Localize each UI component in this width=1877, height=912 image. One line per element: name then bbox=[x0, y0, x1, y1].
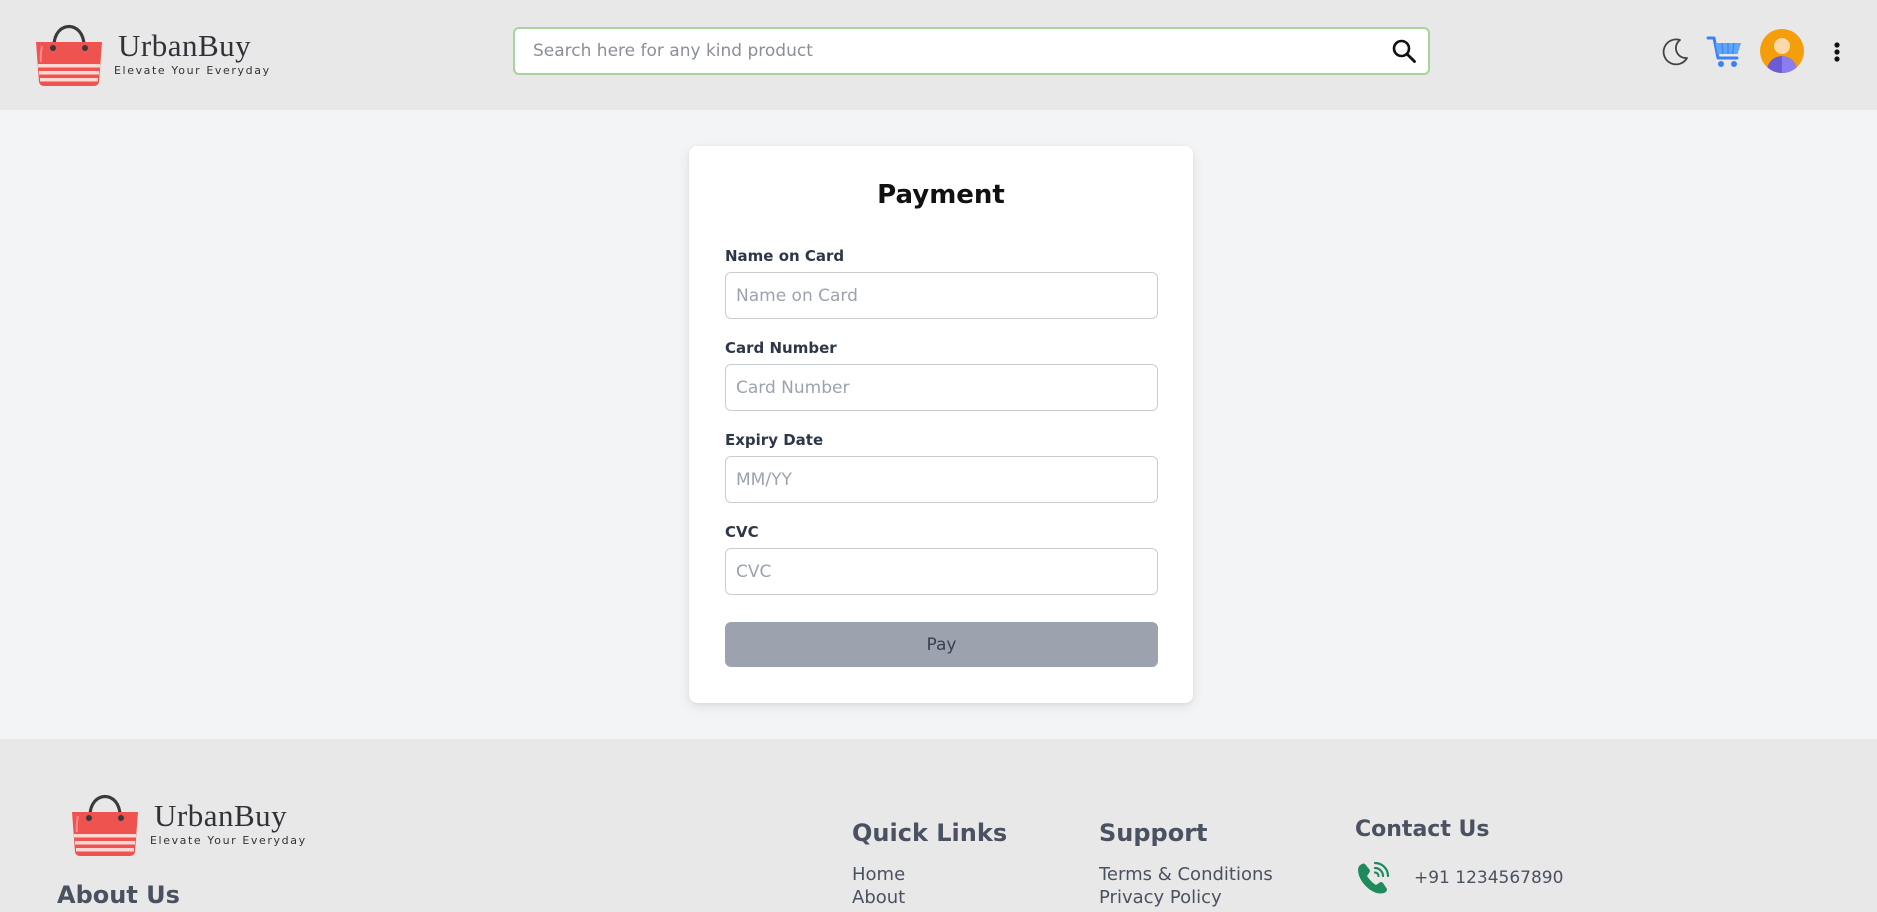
support-heading: Support bbox=[1099, 819, 1208, 847]
cart-button[interactable] bbox=[1705, 32, 1745, 72]
expiry-date-label: Expiry Date bbox=[725, 431, 824, 449]
moon-icon bbox=[1662, 38, 1688, 66]
search-icon bbox=[1392, 39, 1416, 63]
card-number-label: Card Number bbox=[725, 339, 837, 357]
expiry-date-input[interactable] bbox=[725, 456, 1158, 503]
quick-links-heading: Quick Links bbox=[852, 819, 1008, 847]
brand-logo[interactable]: UrbanBuy Elevate Your Everyday bbox=[32, 16, 271, 90]
shopping-bag-icon bbox=[32, 16, 106, 90]
footer-brand-name: UrbanBuy bbox=[154, 797, 288, 833]
cvc-label: CVC bbox=[725, 523, 759, 541]
footer-brand-logo[interactable]: UrbanBuy Elevate Your Everyday bbox=[68, 786, 307, 860]
name-on-card-input[interactable] bbox=[725, 272, 1158, 319]
card-number-input[interactable] bbox=[725, 364, 1158, 411]
name-on-card-label: Name on Card bbox=[725, 247, 845, 265]
avatar-icon bbox=[1760, 29, 1804, 73]
pay-button[interactable]: Pay bbox=[725, 622, 1158, 667]
more-menu-button[interactable] bbox=[1828, 38, 1846, 66]
payment-card: Payment Name on Card Card Number Expiry … bbox=[689, 146, 1193, 703]
footer-link-privacy[interactable]: Privacy Policy bbox=[1099, 887, 1222, 908]
contact-us-heading: Contact Us bbox=[1355, 817, 1490, 842]
site-header: UrbanBuy Elevate Your Everyday bbox=[0, 0, 1877, 110]
phone-icon bbox=[1355, 860, 1391, 896]
site-footer: UrbanBuy Elevate Your Everyday About Us … bbox=[0, 739, 1877, 912]
payment-title: Payment bbox=[877, 180, 1005, 210]
footer-brand-tagline: Elevate Your Everyday bbox=[150, 833, 307, 847]
brand-name: UrbanBuy bbox=[118, 27, 252, 63]
footer-link-terms[interactable]: Terms & Conditions bbox=[1099, 864, 1273, 885]
theme-toggle-button[interactable] bbox=[1656, 34, 1694, 70]
user-avatar[interactable] bbox=[1760, 29, 1804, 73]
search-button[interactable] bbox=[1380, 29, 1428, 73]
search-input[interactable] bbox=[515, 29, 1380, 73]
footer-link-about[interactable]: About bbox=[852, 887, 905, 908]
more-vertical-icon bbox=[1834, 42, 1840, 62]
shopping-bag-icon bbox=[68, 786, 142, 860]
search-bar bbox=[513, 27, 1430, 75]
brand-tagline: Elevate Your Everyday bbox=[114, 63, 271, 77]
contact-phone-number[interactable]: +91 1234567890 bbox=[1414, 868, 1563, 888]
cart-icon bbox=[1706, 36, 1741, 67]
about-us-heading: About Us bbox=[57, 881, 180, 909]
cvc-input[interactable] bbox=[725, 548, 1158, 595]
footer-link-home[interactable]: Home bbox=[852, 864, 905, 885]
